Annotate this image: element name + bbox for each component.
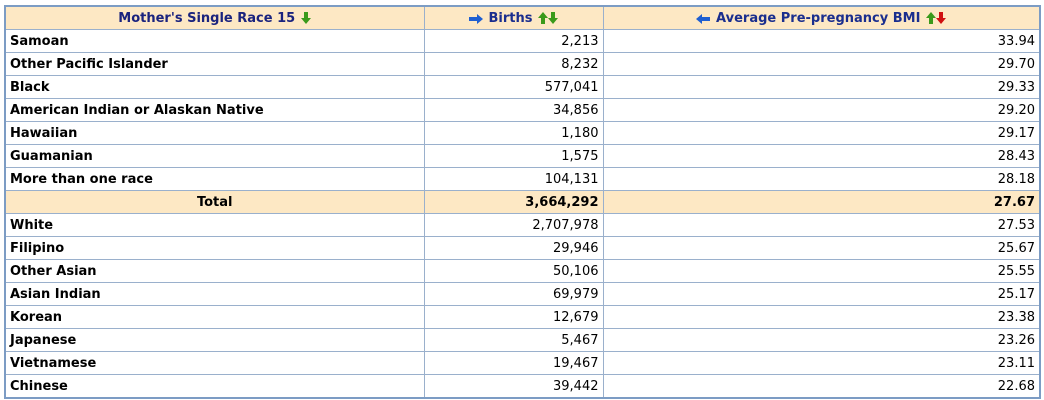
race-cell: Samoan bbox=[4, 29, 425, 53]
race-cell: Filipino bbox=[4, 236, 425, 260]
race-cell: Asian Indian bbox=[4, 282, 425, 306]
total-label: Total bbox=[4, 190, 425, 214]
table-row: Korean 12,679 23.38 bbox=[4, 305, 1041, 329]
race-cell: Black bbox=[4, 75, 425, 99]
bmi-cell: 29.17 bbox=[602, 121, 1041, 145]
births-cell: 34,856 bbox=[423, 98, 604, 122]
race-cell: Vietnamese bbox=[4, 351, 425, 375]
sort-down-icon[interactable] bbox=[301, 11, 312, 24]
column-header-bmi[interactable]: Average Pre-pregnancy BMI bbox=[602, 5, 1041, 30]
race-cell: Chinese bbox=[4, 374, 425, 399]
bmi-cell: 23.26 bbox=[602, 328, 1041, 352]
race-cell: White bbox=[4, 213, 425, 237]
race-cell: Other Asian bbox=[4, 259, 425, 283]
table-row: More than one race 104,131 28.18 bbox=[4, 167, 1041, 191]
births-cell: 5,467 bbox=[423, 328, 604, 352]
bmi-cell: 22.68 bbox=[602, 374, 1041, 399]
table-row: Japanese 5,467 23.26 bbox=[4, 328, 1041, 352]
race-cell: Japanese bbox=[4, 328, 425, 352]
race-cell: American Indian or Alaskan Native bbox=[4, 98, 425, 122]
table-row: American Indian or Alaskan Native 34,856… bbox=[4, 98, 1041, 122]
table-row: Guamanian 1,575 28.43 bbox=[4, 144, 1041, 168]
sort-up-icon[interactable] bbox=[538, 11, 549, 24]
births-cell: 29,946 bbox=[423, 236, 604, 260]
table-row: White 2,707,978 27.53 bbox=[4, 213, 1041, 237]
header-row: Mother's Single Race 15 Births Average P… bbox=[4, 5, 1041, 30]
births-cell: 69,979 bbox=[423, 282, 604, 306]
table-row: Other Pacific Islander 8,232 29.70 bbox=[4, 52, 1041, 76]
births-cell: 39,442 bbox=[423, 374, 604, 399]
bmi-cell: 33.94 bbox=[602, 29, 1041, 53]
bmi-cell: 28.43 bbox=[602, 144, 1041, 168]
total-bmi: 27.67 bbox=[602, 190, 1041, 214]
race-cell: More than one race bbox=[4, 167, 425, 191]
table-row: Filipino 29,946 25.67 bbox=[4, 236, 1041, 260]
bmi-cell: 23.38 bbox=[602, 305, 1041, 329]
sort-down-icon[interactable] bbox=[548, 11, 559, 24]
bmi-cell: 29.33 bbox=[602, 75, 1041, 99]
table-row: Samoan 2,213 33.94 bbox=[4, 29, 1041, 53]
race-cell: Korean bbox=[4, 305, 425, 329]
total-births: 3,664,292 bbox=[423, 190, 604, 214]
bmi-cell: 29.70 bbox=[602, 52, 1041, 76]
results-table: Mother's Single Race 15 Births Average P… bbox=[4, 5, 1041, 399]
column-header-births[interactable]: Births bbox=[423, 5, 604, 30]
bmi-cell: 25.55 bbox=[602, 259, 1041, 283]
table-row: Asian Indian 69,979 25.17 bbox=[4, 282, 1041, 306]
births-cell: 1,575 bbox=[423, 144, 604, 168]
births-cell: 2,707,978 bbox=[423, 213, 604, 237]
bmi-cell: 27.53 bbox=[602, 213, 1041, 237]
bmi-cell: 25.67 bbox=[602, 236, 1041, 260]
move-left-icon[interactable] bbox=[696, 13, 711, 24]
column-header-births-label: Births bbox=[488, 10, 533, 26]
births-cell: 19,467 bbox=[423, 351, 604, 375]
bmi-cell: 28.18 bbox=[602, 167, 1041, 191]
table-row: Hawaiian 1,180 29.17 bbox=[4, 121, 1041, 145]
births-cell: 2,213 bbox=[423, 29, 604, 53]
births-cell: 104,131 bbox=[423, 167, 604, 191]
sort-up-icon[interactable] bbox=[926, 11, 937, 24]
bmi-cell: 23.11 bbox=[602, 351, 1041, 375]
bmi-cell: 25.17 bbox=[602, 282, 1041, 306]
column-header-bmi-label: Average Pre-pregnancy BMI bbox=[716, 10, 921, 26]
sort-down-active-icon[interactable] bbox=[936, 11, 947, 24]
column-header-race-label: Mother's Single Race 15 bbox=[118, 10, 296, 26]
table-row: Vietnamese 19,467 23.11 bbox=[4, 351, 1041, 375]
table-row: Black 577,041 29.33 bbox=[4, 75, 1041, 99]
bmi-cell: 29.20 bbox=[602, 98, 1041, 122]
table-row: Other Asian 50,106 25.55 bbox=[4, 259, 1041, 283]
births-cell: 577,041 bbox=[423, 75, 604, 99]
column-header-race[interactable]: Mother's Single Race 15 bbox=[4, 5, 425, 30]
total-row: Total 3,664,292 27.67 bbox=[4, 190, 1041, 214]
move-right-icon[interactable] bbox=[468, 13, 483, 24]
table-row: Chinese 39,442 22.68 bbox=[4, 374, 1041, 399]
race-cell: Other Pacific Islander bbox=[4, 52, 425, 76]
births-cell: 50,106 bbox=[423, 259, 604, 283]
births-cell: 12,679 bbox=[423, 305, 604, 329]
results-table-container: Mother's Single Race 15 Births Average P… bbox=[4, 5, 1041, 399]
births-cell: 8,232 bbox=[423, 52, 604, 76]
race-cell: Hawaiian bbox=[4, 121, 425, 145]
race-cell: Guamanian bbox=[4, 144, 425, 168]
births-cell: 1,180 bbox=[423, 121, 604, 145]
